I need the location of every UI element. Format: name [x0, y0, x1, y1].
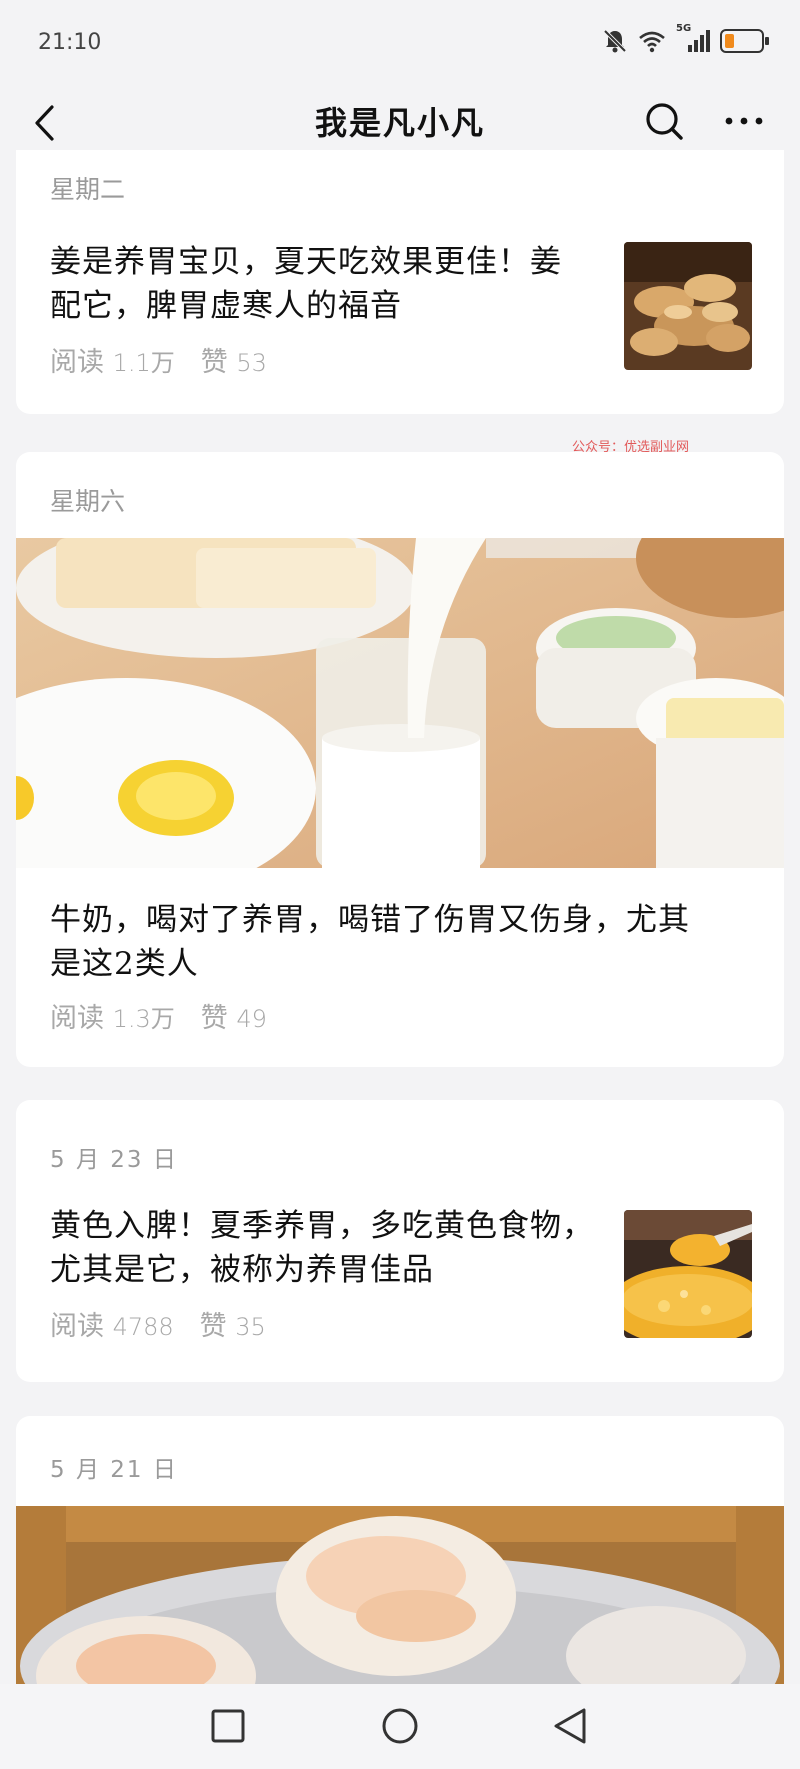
signal-icon: 5G — [676, 23, 710, 53]
article-card[interactable]: 星期二 姜是养胃宝贝，夏天吃效果更佳！姜 配它，脾胃虚寒人的福音 阅读 1.1万… — [16, 150, 784, 414]
wifi-icon — [638, 29, 666, 53]
system-nav-bar — [0, 1684, 800, 1769]
system-back-button[interactable] — [540, 1698, 600, 1754]
article-title-line: 黄色入脾！夏季养胃，多吃黄色食物， — [50, 1208, 594, 1244]
article-title[interactable]: 姜是养胃宝贝，夏天吃效果更佳！姜 配它，脾胃虚寒人的福音 — [50, 240, 610, 328]
article-card[interactable]: 星期六 牛奶，喝对了养胃，喝错了伤胃又伤身，尤其 是这2类人 阅读 1.3万 赞… — [16, 452, 784, 1067]
article-title-line: 姜是养胃宝贝，夏天吃效果更佳！姜 — [50, 244, 562, 280]
recent-apps-button[interactable] — [198, 1698, 258, 1754]
article-title[interactable]: 黄色入脾！夏季养胃，多吃黄色食物， 尤其是它，被称为养胃佳品 — [50, 1204, 620, 1292]
more-button[interactable] — [720, 94, 768, 148]
battery-level — [725, 34, 734, 48]
article-title-line: 配它，脾胃虚寒人的福音 — [50, 288, 402, 324]
article-date: 星期六 — [50, 487, 126, 516]
article-title-line: 牛奶，喝对了养胃，喝错了伤胃又伤身，尤其 — [50, 902, 690, 938]
article-meta: 阅读 1.1万 赞 53 — [50, 340, 267, 379]
like-count: 赞 53 — [200, 347, 267, 378]
ginger-photo[interactable] — [624, 242, 752, 370]
status-icons: 5G — [602, 23, 769, 54]
millet-porridge-photo[interactable] — [624, 1210, 752, 1338]
article-card[interactable]: 5 月 21 日 — [16, 1416, 784, 1716]
article-meta: 阅读 1.3万 赞 49 — [50, 996, 267, 1035]
like-count: 赞 35 — [199, 1311, 266, 1342]
status-bar: 21:10 5G — [0, 0, 800, 88]
read-count: 阅读 1.3万 — [50, 1003, 175, 1034]
status-time: 21:10 — [38, 30, 102, 55]
bell-muted-icon — [602, 28, 628, 54]
search-button[interactable] — [640, 94, 688, 148]
article-title-line: 尤其是它，被称为养胃佳品 — [50, 1252, 434, 1288]
recent-apps-icon — [211, 1709, 245, 1743]
article-card[interactable]: 5 月 23 日 黄色入脾！夏季养胃，多吃黄色食物， 尤其是它，被称为养胃佳品 … — [16, 1100, 784, 1382]
article-date: 星期二 — [50, 175, 126, 204]
article-date: 5 月 23 日 — [50, 1147, 178, 1173]
article-date: 5 月 21 日 — [50, 1457, 178, 1483]
network-label: 5G — [676, 23, 692, 34]
article-title-line: 是这2类人 — [50, 946, 199, 982]
search-icon — [646, 103, 683, 140]
read-count: 阅读 4788 — [50, 1311, 174, 1342]
more-icon — [725, 117, 763, 125]
back-icon — [554, 1708, 586, 1744]
like-count: 赞 49 — [200, 1003, 267, 1034]
battery-icon — [720, 29, 769, 53]
home-button[interactable] — [370, 1698, 430, 1754]
read-count: 阅读 1.1万 — [50, 347, 175, 378]
article-title[interactable]: 牛奶，喝对了养胃，喝错了伤胃又伤身，尤其 是这2类人 — [50, 898, 750, 986]
home-icon — [382, 1708, 418, 1744]
milk-breakfast-photo[interactable] — [16, 538, 784, 868]
article-meta: 阅读 4788 赞 35 — [50, 1304, 266, 1343]
